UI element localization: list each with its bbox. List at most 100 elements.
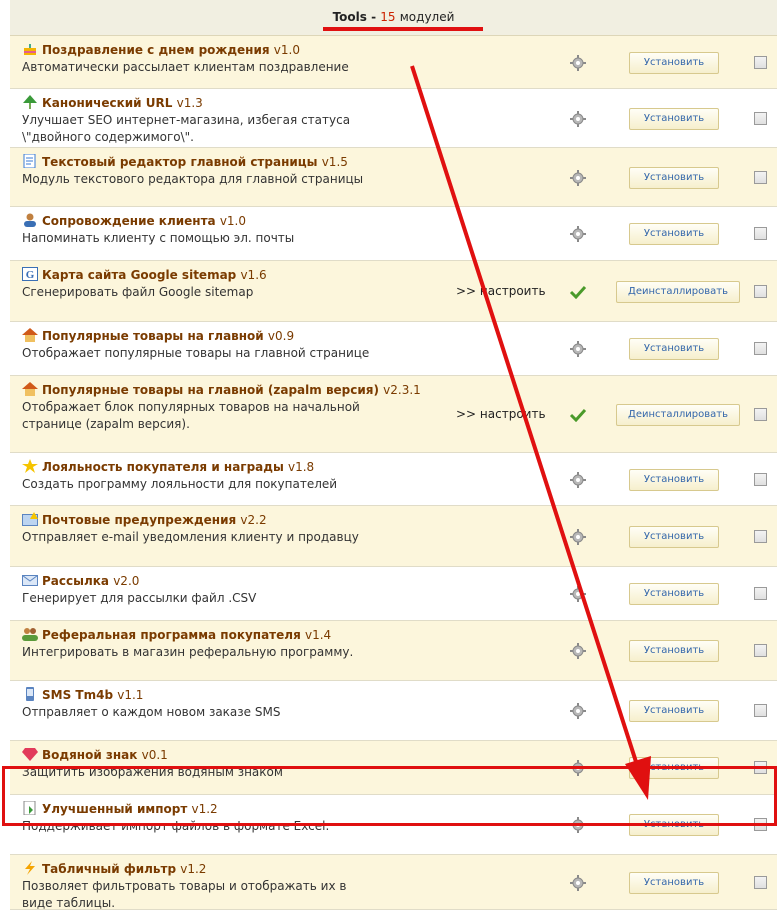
home-icon bbox=[22, 328, 42, 343]
document-icon bbox=[22, 154, 42, 169]
module-row: Канонический URL v1.3 Улучшает SEO интерн… bbox=[10, 89, 777, 148]
select-checkbox[interactable] bbox=[754, 112, 767, 125]
select-checkbox[interactable] bbox=[754, 530, 767, 543]
gear-icon bbox=[570, 55, 586, 71]
module-title-line: Рассылка v2.0 bbox=[22, 573, 452, 590]
module-info: Улучшенный импорт v1.2 Поддерживает импор… bbox=[22, 801, 452, 835]
install-button[interactable]: Установить bbox=[629, 757, 719, 779]
install-button[interactable]: Установить bbox=[629, 640, 719, 662]
gear-icon bbox=[570, 643, 586, 659]
module-version: v1.1 bbox=[117, 688, 144, 702]
module-description: Отправляет о каждом новом заказе SMS bbox=[22, 705, 281, 719]
module-row: Популярные товары на главной v0.9 Отображ… bbox=[10, 322, 777, 376]
module-title: Карта сайта Google sitemap bbox=[42, 268, 237, 282]
module-row: Текстовый редактор главной страницы v1.5… bbox=[10, 148, 777, 207]
module-list: Поздравление с днем рождения v1.0 Автомат… bbox=[10, 36, 777, 910]
gear-icon bbox=[570, 472, 586, 488]
install-button[interactable]: Установить bbox=[629, 52, 719, 74]
module-row: Поздравление с днем рождения v1.0 Автомат… bbox=[10, 36, 777, 89]
install-button[interactable]: Установить bbox=[629, 872, 719, 894]
envelope-icon bbox=[22, 574, 42, 588]
module-description: Сгенерировать файл Google sitemap bbox=[22, 285, 254, 299]
module-version: v1.8 bbox=[287, 460, 315, 474]
birthday-cake-icon bbox=[22, 43, 42, 57]
install-button[interactable]: Установить bbox=[629, 700, 719, 722]
select-checkbox[interactable] bbox=[754, 473, 767, 486]
module-row: Почтовые предупреждения v2.2 Отправляет e… bbox=[10, 506, 777, 567]
select-checkbox[interactable] bbox=[754, 644, 767, 657]
module-count: 15 bbox=[380, 10, 396, 24]
google-icon: G bbox=[22, 267, 42, 282]
module-description: Защитить изображения водяным знаком bbox=[22, 765, 283, 779]
module-title-line: Сопровождение клиента v1.0 bbox=[22, 213, 452, 230]
select-checkbox[interactable] bbox=[754, 876, 767, 889]
configure-link[interactable]: >> настроить bbox=[456, 284, 546, 298]
module-title: Табличный фильтр bbox=[42, 862, 177, 876]
module-row: Рассылка v2.0 Генерирует для рассылки фай… bbox=[10, 567, 777, 621]
module-title: Рассылка bbox=[42, 574, 110, 588]
module-version: v1.5 bbox=[321, 155, 348, 169]
module-version: v1.0 bbox=[273, 43, 300, 57]
install-button[interactable]: Установить bbox=[629, 526, 719, 548]
module-description: Улучшает SEO интернет-магазина, избегая … bbox=[22, 113, 351, 127]
module-title: Лояльность покупателя и награды bbox=[42, 460, 284, 474]
select-checkbox[interactable] bbox=[754, 761, 767, 774]
module-row: Популярные товары на главной (zapalm вер… bbox=[10, 376, 777, 453]
install-button[interactable]: Установить bbox=[629, 338, 719, 360]
module-description: виде таблицы. bbox=[22, 896, 116, 910]
gear-icon bbox=[570, 703, 586, 719]
select-checkbox[interactable] bbox=[754, 342, 767, 355]
select-checkbox[interactable] bbox=[754, 285, 767, 298]
install-button[interactable]: Установить bbox=[629, 469, 719, 491]
install-button[interactable]: Установить bbox=[629, 223, 719, 245]
gear-icon bbox=[570, 875, 586, 891]
module-version: v1.4 bbox=[304, 628, 332, 642]
module-info: Почтовые предупреждения v2.2 Отправляет e… bbox=[22, 512, 452, 546]
module-title: Реферальная программа покупателя bbox=[42, 628, 301, 642]
module-title-line: Популярные товары на главной (zapalm вер… bbox=[22, 382, 452, 399]
module-description: Отправляет e-mail уведомления клиенту и … bbox=[22, 530, 359, 544]
module-info: Лояльность покупателя и награды v1.8 Созд… bbox=[22, 459, 452, 493]
gear-icon bbox=[570, 226, 586, 242]
installed-check-icon bbox=[569, 408, 587, 423]
module-description: Позволяет фильтровать товары и отображат… bbox=[22, 879, 347, 893]
module-info: Текстовый редактор главной страницы v1.5… bbox=[22, 154, 452, 188]
select-checkbox[interactable] bbox=[754, 818, 767, 831]
module-description: \"двойного содержимого\". bbox=[22, 130, 194, 144]
configure-link[interactable]: >> настроить bbox=[456, 407, 546, 421]
module-title-line: SMS Tm4b v1.1 bbox=[22, 687, 452, 704]
gear-icon bbox=[570, 341, 586, 357]
module-description: Отображает популярные товары на главной … bbox=[22, 346, 370, 360]
install-button[interactable]: Установить bbox=[629, 583, 719, 605]
module-description: Напоминать клиенту с помощью эл. почты bbox=[22, 231, 295, 245]
uninstall-button[interactable]: Деинсталлировать bbox=[616, 281, 740, 303]
module-title-line: Популярные товары на главной v0.9 bbox=[22, 328, 452, 345]
install-button[interactable]: Установить bbox=[629, 167, 719, 189]
select-checkbox[interactable] bbox=[754, 171, 767, 184]
install-button[interactable]: Установить bbox=[629, 108, 719, 130]
phone-icon bbox=[22, 687, 42, 702]
user-icon bbox=[22, 213, 42, 228]
module-description: Интегрировать в магазин реферальную прог… bbox=[22, 645, 354, 659]
gear-icon bbox=[570, 586, 586, 602]
module-info: Поздравление с днем рождения v1.0 Автомат… bbox=[22, 42, 452, 76]
installed-check-icon bbox=[569, 285, 587, 300]
select-checkbox[interactable] bbox=[754, 408, 767, 421]
install-button[interactable]: Установить bbox=[629, 814, 719, 836]
module-title: Текстовый редактор главной страницы bbox=[42, 155, 318, 169]
module-row: SMS Tm4b v1.1 Отправляет о каждом новом з… bbox=[10, 681, 777, 741]
select-checkbox[interactable] bbox=[754, 227, 767, 240]
section-category: Tools bbox=[332, 10, 367, 24]
module-info: Популярные товары на главной v0.9 Отображ… bbox=[22, 328, 452, 362]
users-icon bbox=[22, 628, 42, 642]
uninstall-button[interactable]: Деинсталлировать bbox=[616, 404, 740, 426]
select-checkbox[interactable] bbox=[754, 56, 767, 69]
module-count-word: модулей bbox=[399, 10, 455, 24]
module-description: Автоматически рассылает клиентам поздрав… bbox=[22, 60, 349, 74]
tree-icon bbox=[22, 95, 42, 110]
module-row: G Карта сайта Google sitemap v1.6 Сгенерир… bbox=[10, 261, 777, 322]
select-checkbox[interactable] bbox=[754, 587, 767, 600]
module-info: Водяной знак v0.1 Защитить изображения во… bbox=[22, 747, 452, 781]
select-checkbox[interactable] bbox=[754, 704, 767, 717]
module-row: Водяной знак v0.1 Защитить изображения во… bbox=[10, 741, 777, 795]
